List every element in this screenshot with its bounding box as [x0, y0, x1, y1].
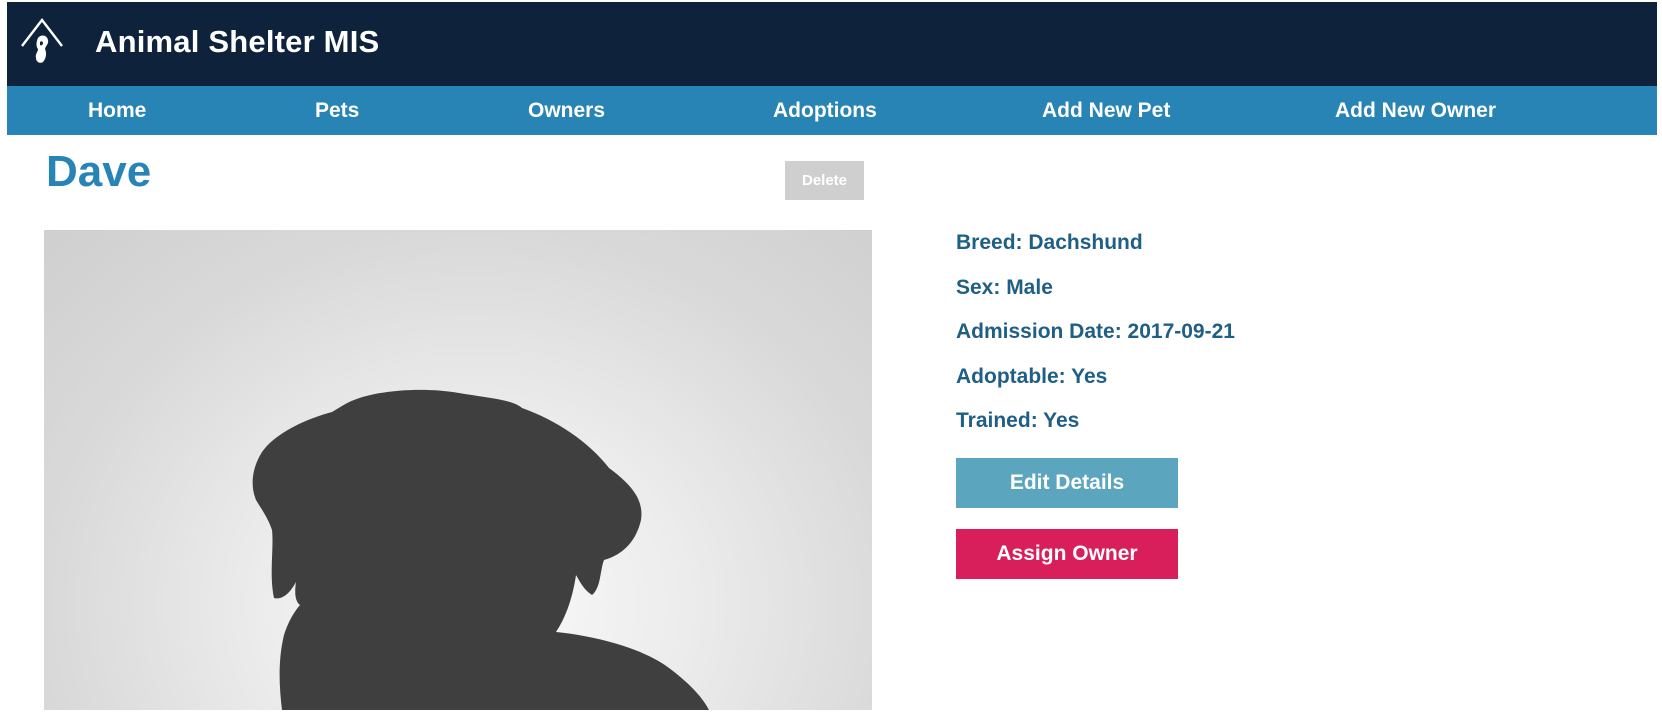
pet-name-heading: Dave: [46, 147, 152, 196]
nav-item-home[interactable]: Home: [88, 86, 146, 135]
edit-details-button[interactable]: Edit Details: [956, 458, 1178, 508]
assign-owner-button[interactable]: Assign Owner: [956, 529, 1178, 579]
app-header: Animal Shelter MIS: [7, 2, 1657, 86]
nav-item-add-new-pet[interactable]: Add New Pet: [1042, 86, 1170, 135]
dog-silhouette-icon: [252, 389, 709, 710]
nav-item-pets[interactable]: Pets: [315, 86, 359, 135]
dog-house-logo-icon[interactable]: [19, 16, 65, 70]
app-title: Animal Shelter MIS: [95, 24, 380, 59]
nav-item-add-new-owner[interactable]: Add New Owner: [1335, 86, 1496, 135]
pet-photo: [44, 230, 872, 710]
nav-item-adoptions[interactable]: Adoptions: [773, 86, 877, 135]
breed-text: Breed: Dachshund: [956, 231, 1143, 254]
main-nav: Home Pets Owners Adoptions Add New Pet A…: [7, 86, 1657, 135]
nav-item-owners[interactable]: Owners: [528, 86, 605, 135]
trained-text: Trained: Yes: [956, 409, 1080, 432]
adoptable-text: Adoptable: Yes: [956, 365, 1108, 388]
sex-text: Sex: Male: [956, 276, 1053, 299]
admission-date-text: Admission Date: 2017-09-21: [956, 320, 1235, 343]
delete-button[interactable]: Delete: [785, 161, 864, 200]
